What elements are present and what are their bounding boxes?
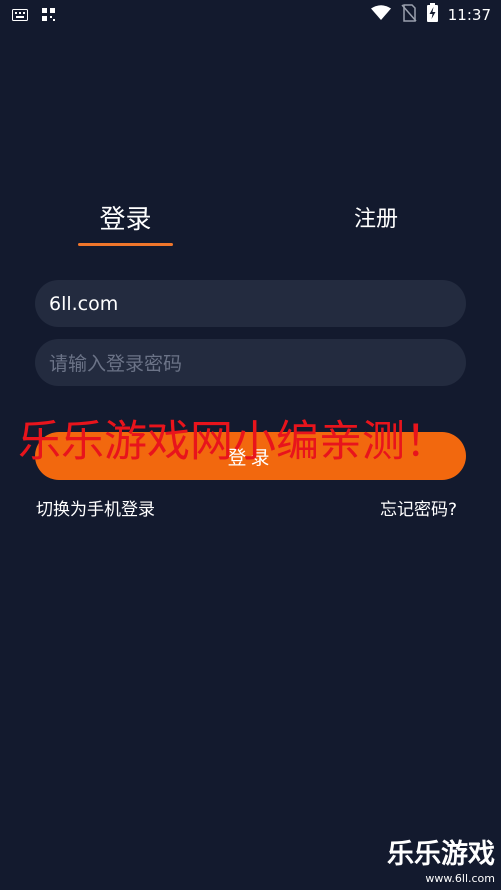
- status-bar: 11:37: [0, 0, 501, 28]
- keyboard-icon: [12, 6, 28, 25]
- watermark-corner-title: 乐乐游戏: [387, 839, 495, 870]
- tab-active-indicator: [78, 243, 173, 246]
- grid-icon: [42, 6, 55, 25]
- password-placeholder: 请输入登录密码: [49, 353, 183, 375]
- switch-phone-login-link[interactable]: 切换为手机登录: [36, 497, 155, 523]
- password-input[interactable]: 请输入登录密码: [35, 339, 466, 386]
- no-sim-icon: [401, 3, 417, 26]
- battery-charging-icon: [426, 3, 438, 26]
- tab-login[interactable]: 登录: [78, 200, 173, 240]
- status-bar-right: 11:37: [370, 3, 491, 26]
- username-value: 6ll.com: [49, 292, 119, 315]
- watermark-corner-url: www.6ll.com: [425, 872, 495, 885]
- tab-register[interactable]: 注册: [330, 200, 422, 240]
- status-bar-left: [12, 6, 55, 25]
- forgot-password-link[interactable]: 忘记密码?: [380, 497, 457, 523]
- status-time: 11:37: [447, 5, 491, 24]
- watermark-corner: 乐乐游戏 www.6ll.com: [375, 838, 495, 886]
- watermark-overlay-text: 乐乐游戏网小编亲测！: [18, 417, 448, 467]
- username-input[interactable]: 6ll.com: [35, 280, 466, 327]
- wifi-icon: [370, 4, 391, 25]
